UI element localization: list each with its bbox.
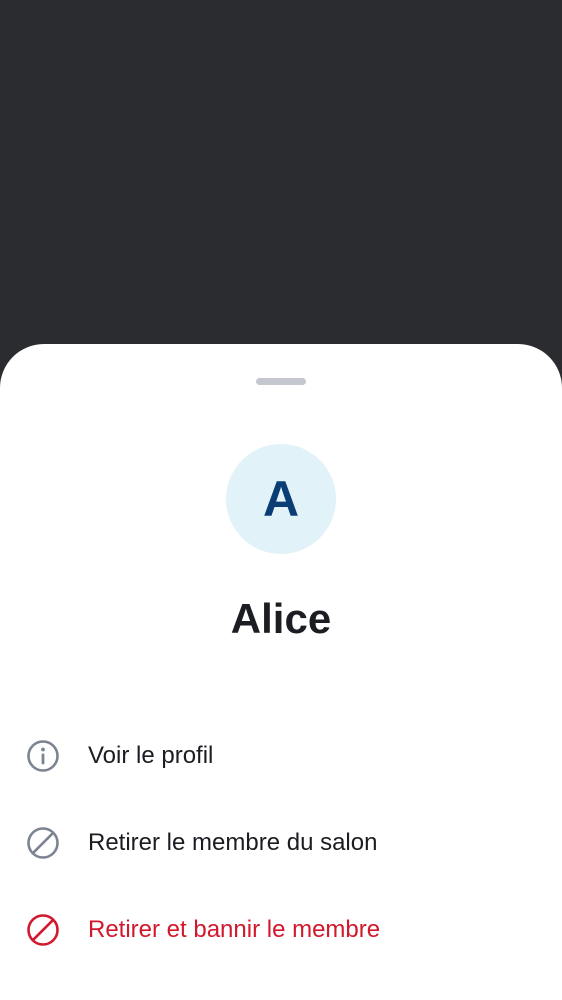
avatar-initial: A: [262, 471, 300, 527]
view-profile-button[interactable]: Voir le profil: [0, 712, 562, 799]
remove-member-label: Retirer le membre du salon: [88, 828, 378, 856]
block-icon: [26, 826, 60, 860]
remove-member-button[interactable]: Retirer le membre du salon: [0, 799, 562, 886]
remove-and-ban-button[interactable]: Retirer et bannir le membre: [0, 886, 562, 973]
info-icon: [26, 739, 60, 773]
member-bottom-sheet: A Alice Voir le profil Retirer le membre…: [0, 344, 562, 1000]
avatar: A: [226, 444, 336, 554]
member-name: Alice: [230, 595, 332, 642]
view-profile-label: Voir le profil: [88, 741, 214, 769]
drag-handle[interactable]: [256, 378, 306, 385]
ban-icon: [26, 913, 60, 947]
remove-and-ban-label: Retirer et bannir le membre: [88, 915, 381, 943]
action-list: Voir le profil Retirer le membre du salo…: [0, 712, 562, 973]
